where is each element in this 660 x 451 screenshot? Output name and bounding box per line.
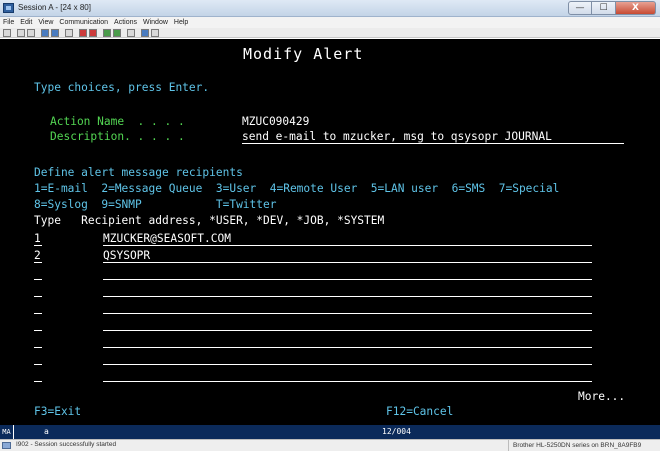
- column-header: Type Recipient address, *USER, *DEV, *JO…: [34, 214, 385, 227]
- keyboard-icon[interactable]: [127, 29, 135, 37]
- options-line-1: 1=E-mail 2=Message Queue 3=User 4=Remote…: [34, 182, 560, 195]
- record-macro-icon[interactable]: [79, 29, 87, 37]
- maximize-button[interactable]: ☐: [592, 1, 616, 15]
- window-controls: — ☐ X: [568, 1, 656, 15]
- operator-info-area: MA a 12/004: [0, 425, 660, 439]
- recipient-type-input[interactable]: [34, 266, 42, 280]
- recipient-address-input[interactable]: [103, 368, 592, 382]
- description-label: Description. . . . .: [50, 130, 185, 143]
- printer-status: Brother HL-5250DN series on BRN_8A9FB9: [508, 440, 641, 451]
- send-icon[interactable]: [41, 29, 49, 37]
- instruction-text: Type choices, press Enter.: [34, 81, 210, 94]
- menu-communication[interactable]: Communication: [59, 17, 108, 28]
- action-name-label: Action Name . . . .: [50, 115, 185, 128]
- f12-cancel-key[interactable]: F12=Cancel: [386, 405, 453, 418]
- options-line-2: 8=Syslog 9=SNMP T=Twitter: [34, 198, 277, 211]
- recipient-type-input[interactable]: 1: [34, 232, 42, 246]
- recipient-address-input[interactable]: [103, 334, 592, 348]
- recipient-type-input[interactable]: [34, 283, 42, 297]
- color-icon[interactable]: [141, 29, 149, 37]
- recipient-type-input[interactable]: [34, 368, 42, 382]
- recipient-type-input[interactable]: [34, 351, 42, 365]
- status-bar: I902 - Session successfully started Brot…: [0, 439, 660, 451]
- app-icon: [3, 3, 14, 13]
- menu-actions[interactable]: Actions: [114, 17, 137, 28]
- session-indicator: a: [44, 427, 49, 436]
- recipient-address-input[interactable]: MZUCKER@SEASOFT.COM: [103, 232, 592, 246]
- recipient-address-input[interactable]: [103, 351, 592, 365]
- recipient-address-input[interactable]: [103, 300, 592, 314]
- mode-indicator: MA: [0, 425, 14, 439]
- status-message: I902 - Session successfully started: [16, 441, 117, 448]
- customize-icon[interactable]: [151, 29, 159, 37]
- copy-icon[interactable]: [17, 29, 25, 37]
- recipient-address-input[interactable]: QSYSOPR: [103, 249, 592, 263]
- display-icon[interactable]: [65, 29, 73, 37]
- print-icon[interactable]: [3, 29, 11, 37]
- cursor-position: 12/004: [382, 427, 411, 436]
- play-macro-icon[interactable]: [103, 29, 111, 37]
- action-name-value: MZUC090429: [242, 115, 310, 128]
- minimize-button[interactable]: —: [568, 1, 592, 15]
- window-title: Session A - [24 x 80]: [18, 3, 91, 12]
- recipient-address-input[interactable]: [103, 266, 592, 280]
- more-indicator: More...: [578, 390, 626, 403]
- menu-file[interactable]: File: [3, 17, 14, 28]
- define-recipients-heading: Define alert message recipients: [34, 166, 243, 179]
- macro-list-icon[interactable]: [113, 29, 121, 37]
- session-status-icon: [2, 442, 11, 449]
- recipient-type-input[interactable]: 2: [34, 249, 42, 263]
- close-button[interactable]: X: [616, 1, 656, 15]
- menu-edit[interactable]: Edit: [20, 17, 32, 28]
- recipient-type-input[interactable]: [34, 317, 42, 331]
- terminal-screen[interactable]: Modify Alert Type choices, press Enter. …: [0, 39, 660, 425]
- screen-title: Modify Alert: [243, 45, 364, 63]
- window-titlebar: Session A - [24 x 80] — ☐ X: [0, 0, 660, 17]
- recipient-type-input[interactable]: [34, 334, 42, 348]
- menu-help[interactable]: Help: [174, 17, 188, 28]
- menu-bar: File Edit View Communication Actions Win…: [0, 17, 660, 28]
- menu-window[interactable]: Window: [143, 17, 168, 28]
- stop-macro-icon[interactable]: [89, 29, 97, 37]
- f3-exit-key[interactable]: F3=Exit: [34, 405, 81, 418]
- recipient-address-input[interactable]: [103, 317, 592, 331]
- recipient-address-input[interactable]: [103, 283, 592, 297]
- description-input[interactable]: send e-mail to mzucker, msg to qsysopr J…: [242, 130, 624, 144]
- paste-icon[interactable]: [27, 29, 35, 37]
- receive-icon[interactable]: [51, 29, 59, 37]
- toolbar: [0, 28, 660, 38]
- recipient-type-input[interactable]: [34, 300, 42, 314]
- menu-view[interactable]: View: [38, 17, 53, 28]
